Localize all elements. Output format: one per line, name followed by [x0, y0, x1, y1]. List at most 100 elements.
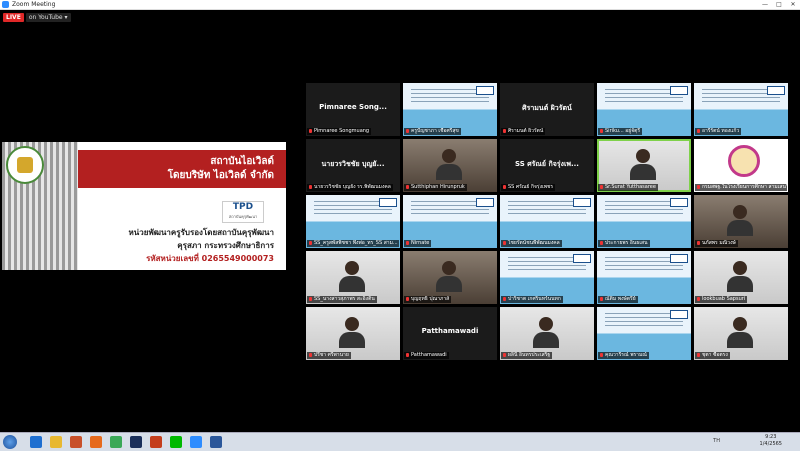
participant-tile[interactable]: Sr.Surat Yutthasaree — [597, 139, 691, 192]
org-name-line1: สถาบันไอเวิลด์ — [210, 156, 274, 167]
muted-mic-icon — [697, 128, 700, 133]
participant-tile[interactable]: คุณวารีรณ์ พรามณ์ — [597, 307, 691, 360]
participant-tile[interactable]: ครูปัญชาภา เชื้อศรีสุข — [403, 83, 497, 136]
participant-video — [727, 317, 753, 348]
participant-tile[interactable]: Siriku... อยู่จัตุรี — [597, 83, 691, 136]
participant-tile[interactable]: ณัติม พงษ์ตรีย์ — [597, 251, 691, 304]
participant-tile[interactable]: lookbuab Sapsuri — [694, 251, 788, 304]
participant-name: ไชยรัตน์ชนพีพัฒนมงคล — [508, 240, 560, 246]
muted-mic-icon — [406, 352, 409, 357]
participant-display-name: SS ศรัณย์ กิจรุ่งเพ... — [515, 160, 579, 168]
muted-mic-icon — [309, 352, 312, 357]
powerpoint-icon[interactable] — [150, 436, 162, 448]
tpd-logo: TPD สถาบันคุรุพัฒนา — [222, 201, 264, 223]
participant-name: ครูปัญชาภา เชื้อศรีสุข — [411, 128, 459, 134]
stream-target-dropdown[interactable]: on YouTube ▾ — [25, 12, 71, 22]
tpd-thumb-icon — [476, 86, 494, 95]
clock-time: 9:23 — [765, 434, 777, 440]
live-stream-indicator[interactable]: LIVE on YouTube ▾ — [3, 12, 71, 22]
participant-name-label: ครูปัญชาภา เชื้อศรีสุข — [404, 128, 461, 135]
participant-name-label: นภัสพร มณิวงษ์ — [695, 240, 738, 247]
participant-tile[interactable]: SS_ครูสพัสพิชชา พึ่งพ่อ_ทร_SS สาม... — [306, 195, 400, 248]
participant-gallery: Pimnaree Song... Pimnaree Songmuang ครูปัญ… — [306, 83, 791, 360]
participant-name-label: ปรีชา ศรีพานาย — [307, 352, 351, 359]
participant-name: ณัติม พงษ์ตรีย์ — [605, 296, 636, 302]
participant-name-label: SS_ครูสพัสพิชชา พึ่งพ่อ_ทร_SS สาม... — [307, 240, 399, 247]
minimize-button[interactable]: — — [758, 0, 772, 9]
participant-tile[interactable]: ประกายพร อินธเสน — [597, 195, 691, 248]
participant-name-label: Siriku... อยู่จัตุรี — [598, 128, 643, 135]
participant-name-label: ชุตา ซื่อตรง — [695, 352, 730, 359]
participant-tile[interactable]: SS_นางสาวสุภาพร สะอิ้งติน — [306, 251, 400, 304]
participant-name: นภัสพร มณิวงษ์ — [702, 240, 736, 246]
participant-video — [436, 261, 462, 292]
participant-video — [339, 261, 365, 292]
org-name-line2: โดยบริษัท ไอเวิลด์ จำกัด — [167, 170, 274, 181]
participant-tile[interactable]: ผลินี อินทรประเสริฐ — [500, 307, 594, 360]
participant-display-name: ศิรามนต์ ผิวรัตน์ — [522, 104, 572, 112]
participant-tile[interactable]: ปาริชาต เกศรินทร์นนทก — [500, 251, 594, 304]
participant-name-label: กรมสพฐ.ในโรงเรียนการศึกษา สามเสนวิทยาลัย — [695, 184, 787, 191]
media-icon[interactable] — [70, 436, 82, 448]
participant-name: นายวรวิชชัย บุญยั่ง รร.พิพัฒนมงคล — [314, 184, 391, 190]
tpd-thumb-icon — [670, 86, 688, 95]
participant-tile[interactable]: นายวรวิชชัย บุญยั... นายวรวิชชัย บุญยั่ง … — [306, 139, 400, 192]
tpd-thumb-icon — [670, 254, 688, 263]
participant-video — [727, 205, 753, 236]
participant-name-label: ศิรามนต์ ผิวรัตน์ — [501, 128, 546, 135]
participant-name-label: นายวรวิชชัย บุญยั่ง รร.พิพัฒนมงคล — [307, 184, 393, 191]
participant-name: Patthamawadi — [411, 352, 447, 358]
participant-tile[interactable]: ปรีชา ศรีพานาย — [306, 307, 400, 360]
participant-tile[interactable]: ไชยรัตน์ชนพีพัฒนมงคล — [500, 195, 594, 248]
language-indicator[interactable]: TH — [713, 438, 720, 444]
muted-mic-icon — [406, 184, 409, 189]
tpd-thumb-icon — [670, 198, 688, 207]
slide-desc-line1: หน่วยพัฒนาครูรับรองโดยสถาบันคุรุพัฒนา — [128, 228, 274, 237]
participant-tile[interactable]: นภัสพร มณิวงษ์ — [694, 195, 788, 248]
muted-mic-icon — [503, 184, 506, 189]
participant-name: Sr.Surat Yutthasaree — [605, 184, 656, 190]
muted-mic-icon — [697, 296, 700, 301]
participant-tile[interactable]: บุญฤทธิ์ ปุณาภาส์ — [403, 251, 497, 304]
tpd-logo-sub: สถาบันคุรุพัฒนา — [228, 214, 258, 219]
participant-tile[interactable]: Pimnaree Song... Pimnaree Songmuang — [306, 83, 400, 136]
chrome-icon[interactable] — [110, 436, 122, 448]
participant-name-label: Pimnaree Songmuang — [307, 128, 372, 135]
participant-display-name: Patthamawadi — [421, 327, 479, 335]
ie-icon[interactable] — [30, 436, 42, 448]
muted-mic-icon — [406, 128, 409, 133]
muted-mic-icon — [697, 240, 700, 245]
participant-tile[interactable]: อารีรัตน์ ทองแก้ว — [694, 83, 788, 136]
participant-tile[interactable]: ชุตา ซื่อตรง — [694, 307, 788, 360]
participant-display-name: นายวรวิชชัย บุญยั... — [321, 160, 385, 168]
firefox-icon[interactable] — [90, 436, 102, 448]
participant-tile[interactable]: ศิรามนต์ ผิวรัตน์ ศิรามนต์ ผิวรัตน์ — [500, 83, 594, 136]
participant-name: ผลินี อินทรประเสริฐ — [508, 352, 551, 358]
building-image — [2, 142, 78, 270]
participant-name-label: Sr.Surat Yutthasaree — [598, 184, 658, 191]
file-explorer-icon[interactable] — [50, 436, 62, 448]
photoshop-icon[interactable] — [130, 436, 142, 448]
participant-tile[interactable]: กรมสพฐ.ในโรงเรียนการศึกษา สามเสนวิทยาลัย — [694, 139, 788, 192]
slide-desc-line2: คุรุสภา กระทรวงศึกษาธิการ — [177, 241, 274, 250]
participant-name: ศิรามนต์ ผิวรัตน์ — [508, 128, 544, 134]
participant-name: Pimnaree Songmuang — [314, 128, 370, 134]
line-icon[interactable] — [170, 436, 182, 448]
taskbar-clock[interactable]: 9:23 1/4/2565 — [760, 434, 782, 448]
muted-mic-icon — [503, 240, 506, 245]
zoom-icon[interactable] — [190, 436, 202, 448]
participant-name-label: อารีรัตน์ ทองแก้ว — [695, 128, 742, 135]
participant-tile[interactable]: Sutthiphan Hirunpruk — [403, 139, 497, 192]
participant-name: Nirnate — [411, 240, 430, 246]
close-button[interactable]: ✕ — [786, 0, 800, 9]
participant-name-label: ณัติม พงษ์ตรีย์ — [598, 296, 638, 303]
windows-start-icon[interactable] — [3, 435, 17, 449]
shared-screen: สถาบันไอเวิลด์ โดยบริษัท ไอเวิลด์ จำกัด … — [2, 142, 286, 270]
participant-tile[interactable]: Nirnate — [403, 195, 497, 248]
word-icon[interactable] — [210, 436, 222, 448]
participant-name: SS_นางสาวสุภาพร สะอิ้งติน — [314, 296, 375, 302]
participant-name-label: Sutthiphan Hirunpruk — [404, 184, 467, 191]
participant-tile[interactable]: Patthamawadi Patthamawadi — [403, 307, 497, 360]
maximize-button[interactable]: □ — [772, 0, 786, 9]
participant-tile[interactable]: SS ศรัณย์ กิจรุ่งเพ... SS ศรัณย์ กิจรุ่งเ… — [500, 139, 594, 192]
